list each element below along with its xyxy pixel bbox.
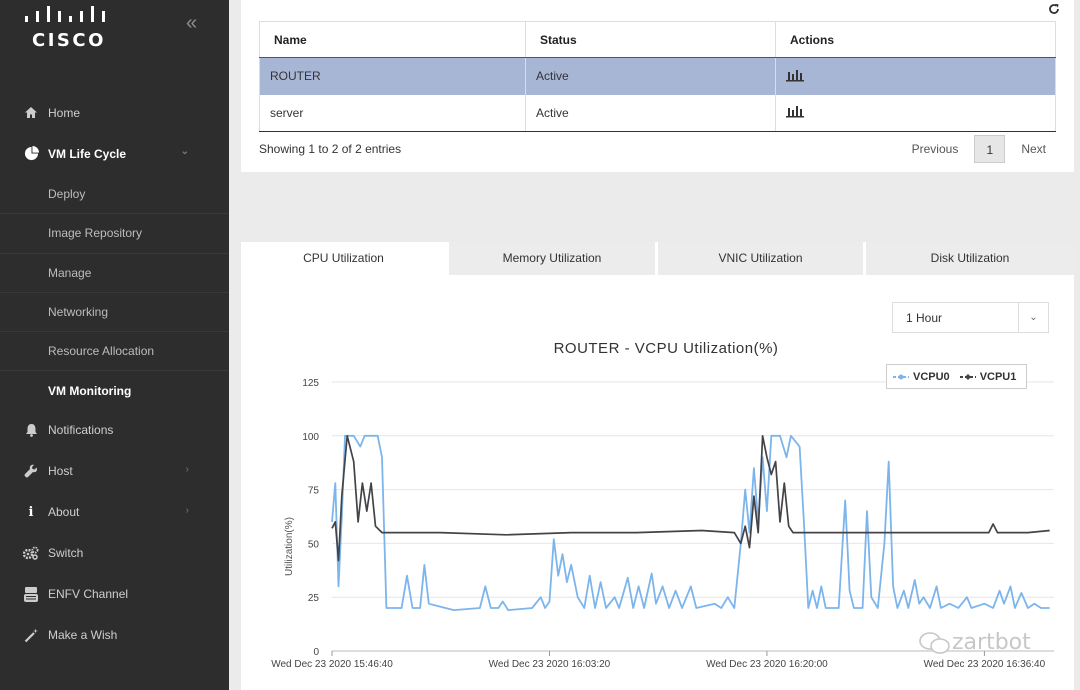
sidebar-item-host[interactable]: Host › <box>0 451 229 492</box>
y-tick-label: 25 <box>308 593 320 604</box>
sidebar-nav: Home VM Life Cycle ⌄ Deploy Image Reposi… <box>0 92 229 656</box>
pie-chart-icon <box>22 146 40 162</box>
sidebar-item-label: Notifications <box>48 423 114 438</box>
bell-icon <box>22 422 40 438</box>
time-range-select[interactable]: 1 Hour ⌄ <box>892 302 1049 333</box>
y-tick-label: 50 <box>308 539 320 550</box>
previous-page-button[interactable]: Previous <box>902 135 969 163</box>
tab-vnic-utilization[interactable]: VNIC Utilization <box>658 242 863 275</box>
column-header-status[interactable]: Status <box>525 21 776 58</box>
info-icon: i <box>28 504 34 520</box>
logo-text: CISCO <box>32 30 106 51</box>
bar-chart-icon[interactable] <box>786 104 804 118</box>
utilization-tabs: CPU Utilization Memory Utilization VNIC … <box>241 242 1074 275</box>
sidebar-subitem-image-repository[interactable]: Image Repository <box>0 213 229 252</box>
sidebar-item-make-a-wish[interactable]: Make a Wish <box>0 615 229 656</box>
sidebar-item-label: Make a Wish <box>48 628 118 643</box>
sidebar-item-label: Host <box>48 464 73 479</box>
youtube-icon <box>22 586 40 602</box>
vm-list-panel: Name Status Actions ROUTER Active server… <box>241 0 1074 172</box>
sidebar-item-label: ENFV Channel <box>48 587 129 602</box>
vm-name-cell: ROUTER <box>259 57 526 95</box>
y-tick-label: 75 <box>308 486 320 497</box>
pagination: Previous 1 Next <box>902 135 1056 163</box>
sidebar-item-switch[interactable]: Switch <box>0 533 229 574</box>
tab-memory-utilization[interactable]: Memory Utilization <box>449 242 655 275</box>
tab-cpu-utilization[interactable]: CPU Utilization <box>241 242 446 275</box>
chevron-right-icon: › <box>185 463 189 475</box>
series-line-vcpu0 <box>331 434 1050 611</box>
vm-table: Name Status Actions ROUTER Active server… <box>259 21 1056 132</box>
wrench-icon <box>22 463 40 479</box>
chevron-right-icon: › <box>185 504 189 516</box>
y-axis-label: Utilization(%) <box>284 517 295 576</box>
chart-title: ROUTER - VCPU Utilization(%) <box>553 340 779 357</box>
legend-item-vcpu0[interactable]: VCPU0 <box>893 371 950 383</box>
sidebar-subitem-manage[interactable]: Manage <box>0 252 229 292</box>
y-tick-label: 0 <box>313 647 319 658</box>
x-tick-label: Wed Dec 23 2020 16:36:40 <box>924 659 1046 670</box>
watermark-text: zartbot <box>952 630 1031 655</box>
bar-chart-icon[interactable] <box>786 68 804 82</box>
sidebar: CISCO « Home VM Life Cycle ⌄ Deploy Imag… <box>0 0 229 690</box>
x-tick-label: Wed Dec 23 2020 16:20:00 <box>706 659 828 670</box>
table-info-text: Showing 1 to 2 of 2 entries <box>259 142 402 156</box>
legend-item-vcpu1[interactable]: VCPU1 <box>959 370 1017 383</box>
sidebar-item-notifications[interactable]: Notifications <box>0 410 229 451</box>
vm-actions-cell <box>775 94 1056 132</box>
time-range-value: 1 Hour <box>906 310 943 325</box>
sidebar-item-label: Home <box>48 105 81 120</box>
tab-disk-utilization[interactable]: Disk Utilization <box>866 242 1074 275</box>
x-tick-label: Wed Dec 23 2020 15:46:40 <box>271 659 393 670</box>
gears-icon <box>22 545 40 561</box>
sidebar-subitem-networking[interactable]: Networking <box>0 291 229 331</box>
x-tick-label: Wed Dec 23 2020 16:03:20 <box>489 659 611 670</box>
series-line-vcpu1 <box>331 434 1050 562</box>
sidebar-item-label: About <box>48 505 80 520</box>
sidebar-item-home[interactable]: Home <box>0 92 229 133</box>
sidebar-subitem-deploy[interactable]: Deploy <box>0 174 229 213</box>
legend-swatch-vcpu0 <box>893 374 909 379</box>
home-icon <box>22 105 40 121</box>
legend-swatch-vcpu1 <box>959 373 976 380</box>
chevron-down-icon: ⌄ <box>1018 303 1048 332</box>
page-1-button[interactable]: 1 <box>974 135 1006 163</box>
wechat-icon <box>919 631 950 654</box>
vm-actions-cell <box>775 57 1056 95</box>
y-tick-label: 100 <box>302 432 319 443</box>
column-header-name[interactable]: Name <box>259 21 526 58</box>
refresh-icon[interactable] <box>1048 3 1060 18</box>
sidebar-item-enfv-channel[interactable]: ENFV Channel <box>0 574 229 615</box>
chart-legend: VCPU0 VCPU1 <box>886 364 1027 389</box>
sidebar-item-label: Switch <box>48 546 84 561</box>
vm-name-cell: server <box>259 94 526 132</box>
column-header-actions: Actions <box>775 21 1056 58</box>
vm-status-cell: Active <box>525 57 776 95</box>
chevron-down-icon: ⌄ <box>180 146 189 157</box>
table-row[interactable]: ROUTER Active <box>259 57 1056 95</box>
sidebar-item-label: VM Life Cycle <box>48 146 127 161</box>
legend-label: VCPU1 <box>979 370 1017 383</box>
table-header-row: Name Status Actions <box>259 21 1056 58</box>
sidebar-subitem-resource-allocation[interactable]: Resource Allocation <box>0 331 229 370</box>
cisco-bars-icon <box>25 6 105 22</box>
next-page-button[interactable]: Next <box>1011 135 1056 163</box>
watermark: zartbot <box>918 630 1031 655</box>
table-row[interactable]: server Active <box>259 94 1056 132</box>
sidebar-subitem-vm-monitoring[interactable]: VM Monitoring <box>0 370 229 409</box>
legend-label: VCPU0 <box>913 370 950 383</box>
utilization-panel: CPU Utilization Memory Utilization VNIC … <box>241 242 1074 690</box>
sidebar-item-about[interactable]: i About › <box>0 492 229 533</box>
magic-wand-icon <box>22 627 40 643</box>
collapse-sidebar-icon[interactable]: « <box>186 12 197 35</box>
cisco-logo[interactable]: CISCO <box>22 6 117 51</box>
vm-status-cell: Active <box>525 94 776 132</box>
y-tick-label: 125 <box>302 378 319 389</box>
sidebar-item-vm-life-cycle[interactable]: VM Life Cycle ⌄ <box>0 133 229 174</box>
